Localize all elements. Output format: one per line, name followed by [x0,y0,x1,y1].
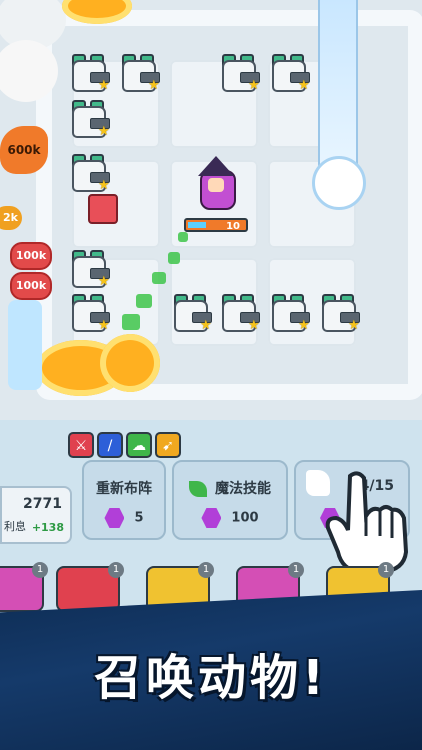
yeti-unit[interactable]: ★ [218,292,260,333]
rearrange-label: 重新布阵 [96,481,152,497]
yeti-unit[interactable]: ★ [68,152,110,193]
yeti-unit[interactable]: ★ [170,292,212,333]
interest-label: 利息 [4,520,26,533]
hero-level: 10 [226,221,240,232]
poison-effect [178,232,188,242]
sword-skill-icon[interactable]: ⚔ [68,432,94,458]
skill-icon-bar: ⚔ / ☁ ➹ [68,432,181,458]
leaf-icon [189,481,207,497]
explosion-effect [100,334,160,392]
tap-hand-icon [325,471,409,574]
interest-income: +138 [31,521,64,534]
yeti-unit[interactable]: ★ [318,292,360,333]
damage-badge: 2k [0,206,22,230]
ice-beam-effect [318,0,358,182]
unit-card[interactable]: 1 [0,562,48,612]
rearrange-cost: 5 [84,508,164,528]
enemy-hp-badge: 100k [10,242,52,270]
yeti-unit[interactable]: ★ [68,248,110,289]
poison-effect [168,252,180,264]
magic-skill-label: 魔法技能 [174,478,286,498]
yeti-unit[interactable]: ★ [268,52,310,93]
gem-icon [104,508,125,528]
yeti-unit[interactable]: ★ [118,52,160,93]
ice-orb-effect [312,156,366,210]
enemy-hp-badge: 100k [10,272,52,300]
unit-card[interactable]: 1 [56,562,124,612]
magic-skill-button[interactable]: 魔法技能 100 [172,460,288,540]
poison-effect [152,272,166,284]
yeti-unit[interactable]: ★ [68,98,110,139]
gem-icon [201,508,222,528]
yeti-unit[interactable]: ★ [218,52,260,93]
arrow-skill-icon[interactable]: ➹ [155,432,181,458]
yeti-unit[interactable]: ★ [68,292,110,333]
hero-level-bar: 10 [184,218,248,232]
magic-skill-cost: 100 [174,508,286,528]
game-board: 600k 2k 100k 100k 10 ★ ★ ★ ★ ★ ★ ★ ★ ★ ★… [0,0,422,420]
yeti-unit[interactable]: ★ [268,292,310,333]
yeti-unit[interactable]: ★ [68,52,110,93]
treasure-chest-icon[interactable] [88,194,118,224]
score-value: 2771 [23,496,62,512]
promo-banner-text: 召唤动物! [94,650,328,706]
poison-effect [122,314,140,330]
witch-hero[interactable] [192,156,240,214]
cloud-skill-icon[interactable]: ☁ [126,432,152,458]
blade-skill-icon[interactable]: / [97,432,123,458]
score-panel: 2771 利息 +138 [0,486,72,544]
rearrange-button[interactable]: 重新布阵 5 [82,460,166,540]
poison-effect [136,294,152,308]
ice-crystal-effect [8,300,42,390]
boss-hp-label: 600k [0,126,48,174]
